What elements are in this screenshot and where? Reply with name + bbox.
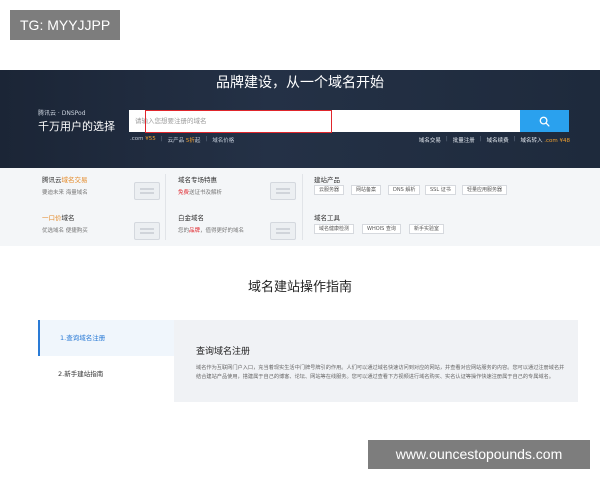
card-illustration	[134, 182, 160, 200]
panel-divider	[165, 174, 166, 240]
guide-item-site-guide[interactable]: 2.新手建站指南	[38, 356, 174, 392]
card-fixed-price-title[interactable]: 一口价域名	[42, 212, 75, 222]
card-domain-special-desc: 免费送证书及解析	[178, 190, 223, 196]
card-domain-trade-desc: 要迪未来 海量域名	[42, 190, 88, 196]
domain-search-input[interactable]	[129, 110, 521, 132]
card-platinum-desc: 您的品牌，值得更好的域名	[178, 228, 245, 234]
brand-slogan: 千万用户的选择	[38, 120, 115, 133]
tag-whois[interactable]: WHOIS 查询	[362, 224, 401, 234]
tag-newbie-lab[interactable]: 新手实验室	[409, 224, 445, 234]
card-illustration	[270, 182, 296, 200]
domain-tools-title: 域名工具	[314, 214, 340, 222]
link-cloud-products[interactable]: 云产品 5折起	[168, 136, 201, 144]
tag-icp-filing[interactable]: 网站备案	[351, 185, 382, 195]
card-illustration	[134, 222, 160, 240]
hero-links-left: .com ¥55 | 云产品 5折起 | 域名价格	[130, 136, 235, 144]
link-domain-price[interactable]: 域名价格	[212, 136, 234, 144]
tag-cloud-server[interactable]: 云服务器	[314, 185, 345, 195]
brand-subtitle: 腾讯云 · DNSPod	[38, 110, 86, 117]
tag-dns[interactable]: DNS 解析	[388, 185, 421, 195]
link-domain-renew[interactable]: 域名续费	[487, 136, 509, 144]
watermark-url: www.ouncestopounds.com	[368, 440, 590, 469]
feature-panel	[0, 168, 600, 246]
panel-divider	[302, 174, 303, 240]
card-domain-trade-title[interactable]: 腾讯云域名交易	[42, 174, 88, 184]
search-icon	[539, 116, 550, 127]
section-title: 域名建站操作指南	[247, 280, 352, 295]
tag-ssl[interactable]: SSL 证书	[425, 185, 456, 195]
link-com-price[interactable]: .com ¥55	[130, 136, 156, 144]
tag-lightweight-server[interactable]: 轻量应用服务器	[462, 185, 508, 195]
guide-body: 域名作为互联网门户入口，充当着现实生活中门牌号牌引的作用。人们可以通过域名快速访…	[196, 365, 565, 380]
guide-item-query-register[interactable]: 1.查询域名注册	[38, 320, 174, 356]
site-products-title: 建站产品	[314, 176, 340, 184]
card-illustration	[270, 222, 296, 240]
watermark-tag: TG: MYYJJPP	[10, 10, 121, 40]
link-bulk-register[interactable]: 批量注册	[453, 136, 475, 144]
hero-title: 品牌建设，从一个域名开始	[216, 75, 384, 91]
guide-heading: 查询域名注册	[196, 347, 251, 357]
search-button[interactable]	[520, 110, 569, 132]
link-domain-transfer[interactable]: 域名转入 .com ¥48	[520, 136, 570, 144]
hero-links-right: 域名交易 | 批量注册 | 域名续费 | 域名转入 .com ¥48	[418, 136, 570, 144]
card-platinum-title[interactable]: 白金域名	[178, 212, 204, 222]
card-fixed-price-desc: 优选域名 便捷购买	[42, 228, 88, 234]
link-domain-trade[interactable]: 域名交易	[419, 136, 441, 144]
card-domain-special-title[interactable]: 域名专场特惠	[178, 174, 217, 184]
tag-domain-health[interactable]: 域名健康检测	[314, 224, 355, 234]
hero-banner: 品牌建设，从一个域名开始 腾讯云 · DNSPod 千万用户的选择 .com ¥…	[0, 70, 600, 168]
